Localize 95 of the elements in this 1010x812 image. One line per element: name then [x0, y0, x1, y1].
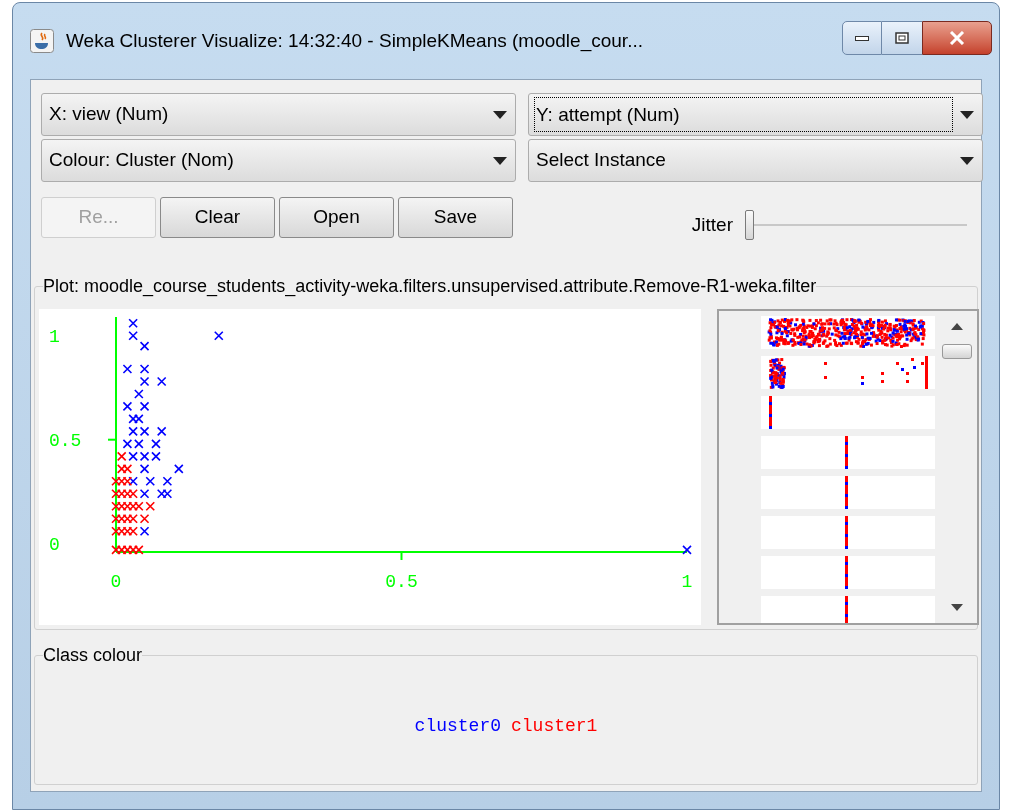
point-marker [174, 464, 184, 474]
caret-icon [493, 110, 507, 119]
scroll-thumb[interactable] [942, 344, 972, 359]
point-marker [122, 488, 133, 499]
scroll-down-icon[interactable] [951, 604, 963, 611]
point-marker [116, 476, 127, 487]
toolbar-button[interactable]: Open [279, 196, 394, 238]
dropdown[interactable]: X: view (Num) [41, 93, 516, 136]
caret-icon [960, 110, 974, 119]
point-marker [122, 501, 133, 512]
point-marker [128, 476, 138, 487]
window-title: Weka Clusterer Visualize: 14:32:40 - SimpleKMeans (moodle_cour... [66, 28, 643, 54]
point-marker [116, 526, 127, 536]
minimize-button[interactable] [842, 21, 882, 55]
point-marker [122, 439, 133, 449]
point-marker [111, 476, 121, 487]
point-marker [122, 401, 133, 412]
point-marker [111, 501, 121, 512]
point-marker [111, 488, 121, 499]
point-marker [139, 451, 150, 462]
point-marker [122, 476, 133, 487]
point-marker [214, 330, 224, 341]
dropdown[interactable]: Y: attempt (Num) [528, 93, 983, 136]
x-tick-label: 0.5 [385, 572, 418, 592]
point-marker [156, 376, 167, 387]
point-marker [139, 488, 150, 499]
point-marker [122, 364, 133, 374]
point-marker [139, 376, 150, 387]
point-marker [116, 513, 127, 524]
maximize-button[interactable] [882, 21, 922, 55]
minimize-icon [855, 35, 869, 41]
point-marker [116, 501, 127, 512]
point-marker [139, 401, 150, 412]
point-marker [145, 476, 156, 487]
jitter-slider[interactable] [745, 208, 967, 242]
restore-icon [895, 32, 909, 44]
point-marker [111, 513, 121, 524]
caret-icon [493, 156, 507, 165]
point-marker [139, 364, 150, 374]
point-marker [122, 513, 133, 524]
jitter-label: Jitter [691, 212, 733, 237]
scroll-up-icon[interactable] [951, 323, 963, 330]
point-marker [116, 464, 127, 474]
point-marker [128, 451, 138, 462]
dropdown[interactable]: Select Instance [528, 139, 983, 182]
point-marker [139, 426, 150, 437]
point-marker [139, 513, 150, 524]
dropdown[interactable]: Colour: Cluster (Nom) [41, 139, 516, 182]
y-tick-label: 1 [49, 326, 60, 347]
point-marker [128, 330, 138, 341]
point-marker [134, 414, 144, 424]
point-marker [139, 341, 150, 351]
point-marker [128, 426, 138, 437]
x-tick-label: 0 [110, 572, 122, 592]
point-marker [156, 426, 167, 437]
y-tick-label: 0 [49, 534, 60, 555]
point-marker [122, 545, 133, 555]
x-tick-label: 1 [681, 572, 693, 592]
point-marker [128, 526, 138, 536]
point-marker [116, 451, 127, 462]
toolbar-button[interactable]: Clear [160, 196, 275, 238]
point-marker [111, 545, 121, 555]
point-marker [122, 526, 133, 536]
point-marker [128, 513, 138, 524]
point-marker [682, 545, 692, 555]
toolbar-button[interactable]: Save [398, 196, 513, 238]
close-button[interactable] [922, 21, 992, 55]
point-marker [122, 464, 133, 474]
y-tick-label: 0.5 [49, 430, 82, 451]
point-marker [116, 545, 127, 555]
point-marker [134, 389, 144, 399]
caret-icon [960, 156, 974, 165]
point-marker [134, 439, 144, 449]
point-marker [134, 501, 144, 512]
class-legend-label: cluster1 [511, 714, 598, 738]
point-marker [111, 526, 121, 536]
point-marker [162, 476, 173, 487]
point-marker [128, 501, 138, 512]
point-marker [128, 488, 138, 499]
point-marker [128, 318, 138, 329]
point-marker [151, 451, 161, 462]
slider-thumb[interactable] [745, 210, 754, 240]
point-marker [128, 414, 138, 424]
point-marker [162, 488, 173, 499]
point-marker [156, 488, 167, 499]
point-marker [139, 464, 150, 474]
point-marker [151, 439, 161, 449]
point-marker [128, 545, 138, 555]
class-legend-label: cluster0 [414, 714, 501, 738]
coffee-cup-icon[interactable] [30, 29, 54, 53]
close-icon [949, 31, 965, 45]
point-marker [145, 501, 156, 512]
point-marker [116, 488, 127, 499]
point-marker [139, 526, 150, 536]
point-marker [134, 545, 144, 555]
